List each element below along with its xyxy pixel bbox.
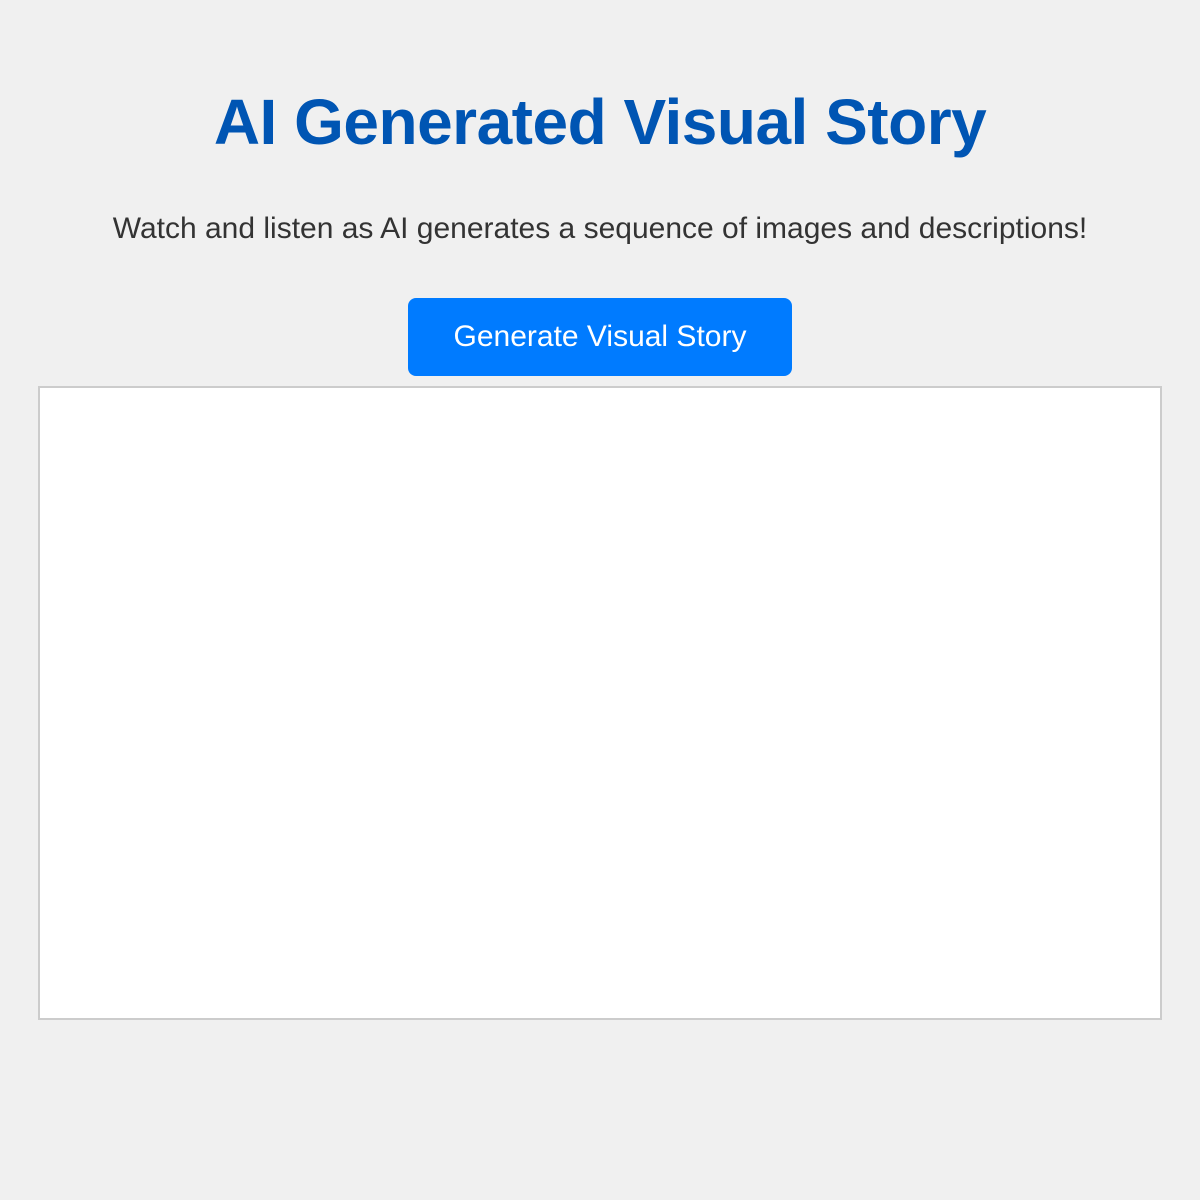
page-title: AI Generated Visual Story [213, 86, 987, 158]
page-subtitle: Watch and listen as AI generates a seque… [112, 212, 1088, 245]
story-display-area [38, 386, 1162, 1020]
generate-visual-story-button[interactable]: Generate Visual Story [408, 298, 792, 376]
